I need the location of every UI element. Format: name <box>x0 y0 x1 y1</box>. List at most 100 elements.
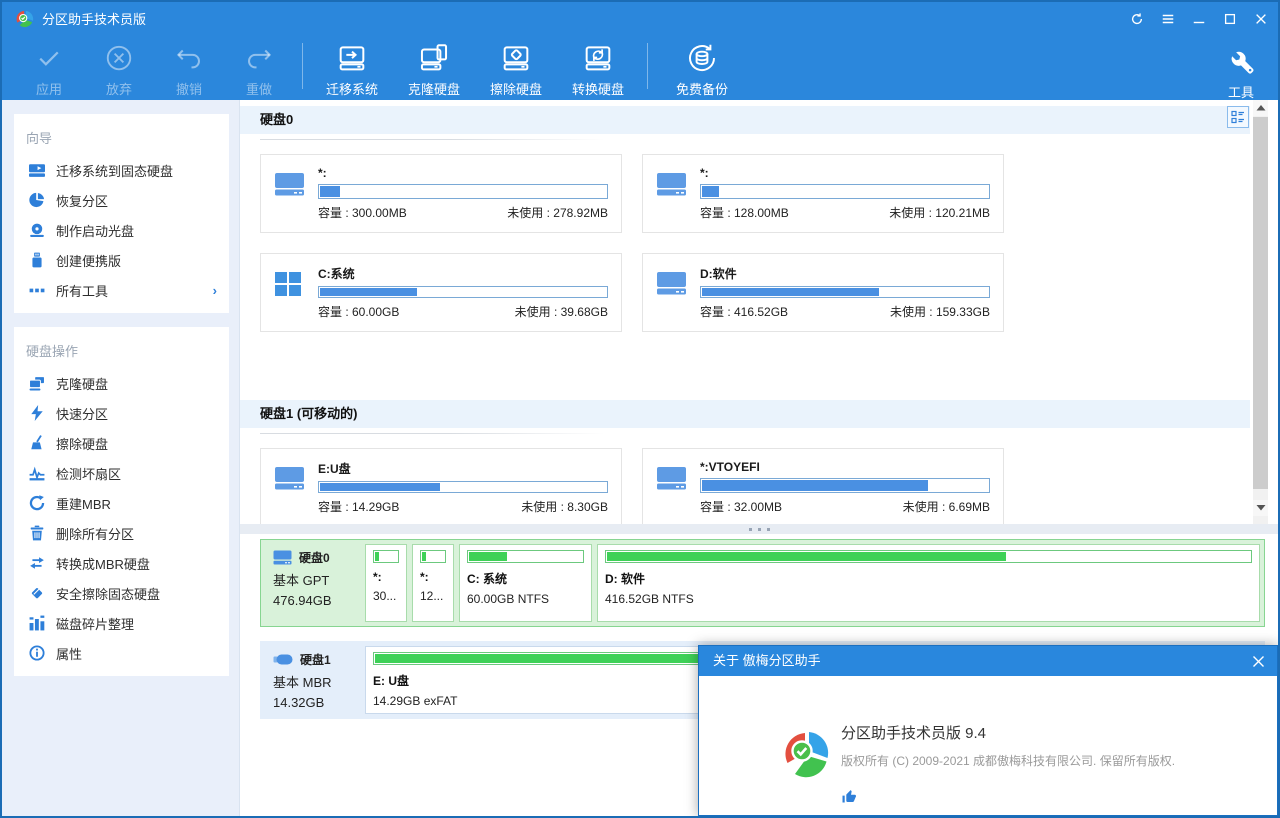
sidebar-item-properties[interactable]: 属性 <box>14 638 229 668</box>
unused-label: 未使用 : 8.30GB <box>521 498 608 515</box>
free-backup-button[interactable]: 免费备份 <box>656 37 748 98</box>
usage-bar-fill <box>702 186 719 197</box>
disk-size: 476.94GB <box>273 593 361 608</box>
wipe-disk-button[interactable]: 擦除硬盘 <box>475 37 557 98</box>
usage-bar <box>605 550 1252 563</box>
partition-card-star-128mb[interactable]: *: 容量 : 128.00MB 未使用 : 120.21MB <box>642 154 1004 233</box>
partition-size: 60.00GB NTFS <box>467 592 584 606</box>
bootable-disc-icon <box>28 222 45 239</box>
scrollbar-thumb[interactable] <box>1253 117 1268 489</box>
scroll-up-arrow[interactable] <box>1253 100 1268 116</box>
thumbs-up-icon[interactable] <box>841 788 857 804</box>
about-dialog-body: 分区助手技术员版 9.4 版权所有 (C) 2009-2021 成都傲梅科技有限… <box>699 676 1277 818</box>
clone-disk-button[interactable]: 克隆硬盘 <box>393 37 475 98</box>
disk1-header[interactable]: 硬盘1 基本 MBR 14.32GB <box>261 642 361 718</box>
convert-disk-button[interactable]: 转换硬盘 <box>557 37 639 98</box>
sidebar-section-wizards: 向导 迁移系统到固态硬盘 恢复分区 制作启动光盘 <box>14 114 229 313</box>
sidebar-item-migrate-to-ssd[interactable]: 迁移系统到固态硬盘 <box>14 155 229 185</box>
tools-button[interactable]: 工具 <box>1210 40 1272 101</box>
usage-bar-fill <box>469 552 507 561</box>
discard-button[interactable]: 放弃 <box>84 37 154 98</box>
partition-name: *: <box>318 166 608 180</box>
drive-icon <box>656 265 700 320</box>
partition-name: C:系统 <box>318 265 608 282</box>
partition-card-e-usb[interactable]: E:U盘 容量 : 14.29GB 未使用 : 8.30GB <box>260 448 622 524</box>
capacity-label: 容量 : 14.29GB <box>318 498 399 515</box>
defrag-bars-icon <box>28 615 45 632</box>
discard-circle-x-icon <box>104 40 134 76</box>
sidebar-section-title: 向导 <box>14 124 229 155</box>
refresh-icon[interactable] <box>1130 12 1144 26</box>
partition-label: C: 系统 <box>467 570 584 587</box>
sidebar-item-recover-partition[interactable]: 恢复分区 <box>14 185 229 215</box>
sidebar-item-check-bad-sectors[interactable]: 检测坏扇区 <box>14 458 229 488</box>
sidebar-item-secure-erase-ssd[interactable]: 安全擦除固态硬盘 <box>14 578 229 608</box>
menu-icon[interactable] <box>1161 12 1175 26</box>
partition-card-d-software[interactable]: D:软件 容量 : 416.52GB 未使用 : 159.33GB <box>642 253 1004 332</box>
usage-bar-fill <box>320 288 417 296</box>
broom-icon <box>28 435 45 452</box>
disk-icon <box>273 550 292 565</box>
capacity-label: 容量 : 300.00MB <box>318 204 407 221</box>
disk0-header[interactable]: 硬盘0 基本 GPT 476.94GB <box>261 540 361 626</box>
apply-button[interactable]: 应用 <box>14 37 84 98</box>
view-toggle-button[interactable] <box>1227 106 1249 128</box>
disk1-partition-cards: E:U盘 容量 : 14.29GB 未使用 : 8.30GB *:VTOYEFI <box>240 434 1278 524</box>
dialog-close-icon[interactable] <box>1252 646 1265 676</box>
sidebar-item-disk-defrag[interactable]: 磁盘碎片整理 <box>14 608 229 638</box>
disk0-row[interactable]: 硬盘0 基本 GPT 476.94GB *: 30... *: 12... <box>260 539 1265 627</box>
minimize-icon[interactable] <box>1192 12 1206 26</box>
disk-name: 硬盘0 <box>299 549 330 566</box>
disk0-partition-d[interactable]: D: 软件 416.52GB NTFS <box>597 544 1260 622</box>
sidebar: 向导 迁移系统到固态硬盘 恢复分区 制作启动光盘 <box>2 100 240 816</box>
sidebar-item-quick-partition[interactable]: 快速分区 <box>14 398 229 428</box>
partition-card-c-system[interactable]: C:系统 容量 : 60.00GB 未使用 : 39.68GB <box>260 253 622 332</box>
sidebar-item-all-tools[interactable]: 所有工具 › <box>14 275 229 305</box>
usage-bar-fill <box>422 552 426 561</box>
partition-card-vtoyefi[interactable]: *:VTOYEFI 容量 : 32.00MB 未使用 : 6.69MB <box>642 448 1004 524</box>
capacity-label: 容量 : 128.00MB <box>700 204 789 221</box>
disk-overview-panel: 硬盘0 *: 容量 : 300.00MB 未使用 : 278.92MB <box>240 100 1278 524</box>
usage-bar-fill <box>702 288 879 296</box>
partition-name: *: <box>700 166 990 180</box>
drive-icon <box>274 166 318 221</box>
usage-bar-fill <box>320 483 440 491</box>
usage-bar <box>318 184 608 199</box>
disk-name: 硬盘1 <box>300 651 331 668</box>
usage-bar-fill <box>702 480 928 491</box>
undo-button[interactable]: 撤销 <box>154 37 224 98</box>
close-icon[interactable] <box>1254 12 1268 26</box>
usage-bar-fill <box>375 654 743 663</box>
sidebar-item-make-bootable-media[interactable]: 制作启动光盘 <box>14 215 229 245</box>
sidebar-item-rebuild-mbr[interactable]: 重建MBR <box>14 488 229 518</box>
disk0-partition-cards: *: 容量 : 300.00MB 未使用 : 278.92MB *: 容量 <box>240 140 1278 332</box>
scroll-down-arrow[interactable] <box>1253 500 1268 516</box>
maximize-icon[interactable] <box>1223 12 1237 26</box>
redo-button[interactable]: 重做 <box>224 37 294 98</box>
disk0-partition-c[interactable]: C: 系统 60.00GB NTFS <box>459 544 592 622</box>
sidebar-item-wipe-disk[interactable]: 擦除硬盘 <box>14 428 229 458</box>
disk0-partition-1[interactable]: *: 30... <box>365 544 407 622</box>
sidebar-item-convert-to-mbr[interactable]: 转换成MBR硬盘 <box>14 548 229 578</box>
undo-arrow-icon <box>174 40 204 76</box>
usb-stick-icon <box>28 252 45 269</box>
migrate-system-button[interactable]: 迁移系统 <box>311 37 393 98</box>
windows-logo-icon <box>274 265 318 320</box>
disk0-partition-2[interactable]: *: 12... <box>412 544 454 622</box>
sidebar-item-create-portable[interactable]: 创建便携版 <box>14 245 229 275</box>
partition-card-star-300mb[interactable]: *: 容量 : 300.00MB 未使用 : 278.92MB <box>260 154 622 233</box>
free-backup-icon <box>684 40 720 76</box>
clone-disk-icon <box>28 375 45 392</box>
vertical-scrollbar[interactable] <box>1253 100 1268 524</box>
panel-splitter[interactable] <box>240 524 1278 534</box>
partition-name: D:软件 <box>700 265 990 282</box>
disk-type: 基本 MBR <box>273 672 361 691</box>
wrench-icon <box>1226 43 1256 79</box>
partition-assistant-logo <box>783 730 831 778</box>
sidebar-item-delete-all-partitions[interactable]: 删除所有分区 <box>14 518 229 548</box>
product-version-text: 分区助手技术员版 9.4 <box>841 722 986 743</box>
unused-label: 未使用 : 120.21MB <box>889 204 990 221</box>
disk-size: 14.32GB <box>273 695 361 710</box>
drive-arrow-icon <box>28 162 45 179</box>
sidebar-item-clone-disk[interactable]: 克隆硬盘 <box>14 368 229 398</box>
